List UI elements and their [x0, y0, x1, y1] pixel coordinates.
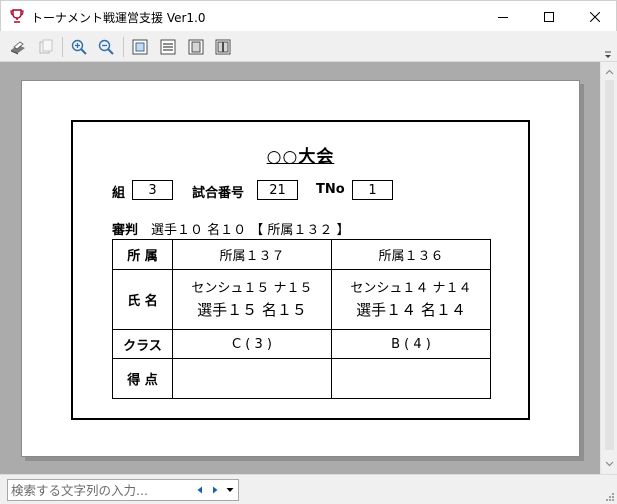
print-icon: [11, 41, 25, 55]
class-header: クラス: [112, 329, 173, 359]
scrollbar-thumb[interactable]: [605, 80, 614, 450]
match-table: 所 属 所属１３７ 所属１３６ 氏 名 センシュ１５ ナ１５ 選手１５ 名１５ …: [112, 239, 491, 399]
zoom-out-button[interactable]: [95, 36, 117, 58]
print-preview-area[interactable]: ○○大会 組 3 試合番号 21 TNo 1 審判 選手１０ 名１０ 【 所属１…: [0, 62, 600, 474]
close-icon: [590, 11, 600, 22]
toolbar: [0, 31, 617, 62]
tno-label: TNo: [316, 182, 345, 197]
left-class: C ( 3 ): [172, 329, 332, 359]
search-next-icon[interactable]: [210, 485, 220, 495]
left-player-cell: センシュ１５ ナ１５ 選手１５ 名１５: [172, 269, 332, 330]
event-title: ○○大会: [266, 147, 335, 167]
affiliation-header: 所 属: [112, 239, 173, 270]
maximize-icon: [544, 11, 554, 22]
affiliation-row: 所 属 所属１３７ 所属１３６: [112, 239, 491, 270]
left-score: [172, 358, 332, 399]
right-player-kana: センシュ１４ ナ１４: [350, 280, 472, 296]
minimize-button[interactable]: [480, 1, 526, 32]
toolbar-separator: [62, 37, 63, 57]
scroll-up-icon[interactable]: [605, 68, 614, 77]
name-header: 氏 名: [112, 269, 173, 330]
match-number-value: 21: [257, 180, 298, 200]
search-options-dropdown-icon[interactable]: [225, 485, 235, 495]
match-card: ○○大会 組 3 試合番号 21 TNo 1 審判 選手１０ 名１０ 【 所属１…: [71, 120, 530, 420]
title-bar: トーナメント戦運営支援 Ver1.0: [0, 0, 617, 31]
fit-width-icon: [160, 39, 176, 55]
fit-width-button[interactable]: [157, 36, 179, 58]
single-page-icon: [188, 39, 204, 55]
right-score: [331, 358, 491, 399]
trophy-icon: [9, 8, 25, 24]
close-button[interactable]: [572, 1, 617, 32]
judge-label: 審判: [112, 223, 139, 238]
maximize-button[interactable]: [526, 1, 572, 32]
class-row: クラス C ( 3 ) B ( 4 ): [112, 329, 491, 359]
zoom-out-icon: [98, 39, 114, 55]
single-page-button[interactable]: [185, 36, 207, 58]
two-page-button[interactable]: [212, 36, 234, 58]
group-label: 組: [112, 186, 126, 201]
preview-page: ○○大会 組 3 試合番号 21 TNo 1 審判 選手１０ 名１０ 【 所属１…: [21, 80, 580, 457]
toolbar-separator: [123, 37, 124, 57]
minimize-icon: [498, 16, 508, 18]
zoom-in-icon: [71, 39, 87, 55]
judge-value: 選手１０ 名１０ 【 所属１３２ 】: [151, 223, 350, 238]
two-page-icon: [215, 39, 231, 55]
left-player-kana: センシュ１５ ナ１５: [191, 280, 313, 296]
match-number-label: 試合番号: [192, 186, 245, 201]
name-row: 氏 名 センシュ１５ ナ１５ 選手１５ 名１５ センシュ１４ ナ１４ 選手１４ …: [112, 269, 491, 330]
left-player-name: 選手１５ 名１５: [197, 300, 307, 319]
tno-value: 1: [352, 180, 393, 200]
right-player-name: 選手１４ 名１４: [356, 300, 466, 319]
window-title: トーナメント戦運営支援 Ver1.0: [31, 11, 206, 25]
right-affiliation: 所属１３６: [331, 239, 491, 270]
scroll-down-icon[interactable]: [605, 459, 614, 468]
vertical-scrollbar[interactable]: [600, 62, 617, 474]
fit-page-icon: [132, 39, 148, 55]
right-player-cell: センシュ１４ ナ１４ 選手１４ 名１４: [331, 269, 491, 330]
search-bar: [0, 474, 617, 504]
right-class: B ( 4 ): [331, 329, 491, 359]
copy-button[interactable]: [35, 36, 57, 58]
print-button[interactable]: [7, 36, 29, 58]
left-affiliation: 所属１３７: [172, 239, 332, 270]
group-value: 3: [132, 180, 173, 200]
score-header: 得 点: [112, 358, 173, 399]
fit-page-button[interactable]: [129, 36, 151, 58]
search-previous-icon[interactable]: [195, 485, 205, 495]
toolbar-overflow-icon[interactable]: [603, 51, 613, 59]
resize-grip-icon[interactable]: [605, 492, 615, 502]
copy-icon: [39, 39, 53, 54]
score-row: 得 点: [112, 358, 491, 399]
zoom-in-button[interactable]: [68, 36, 90, 58]
